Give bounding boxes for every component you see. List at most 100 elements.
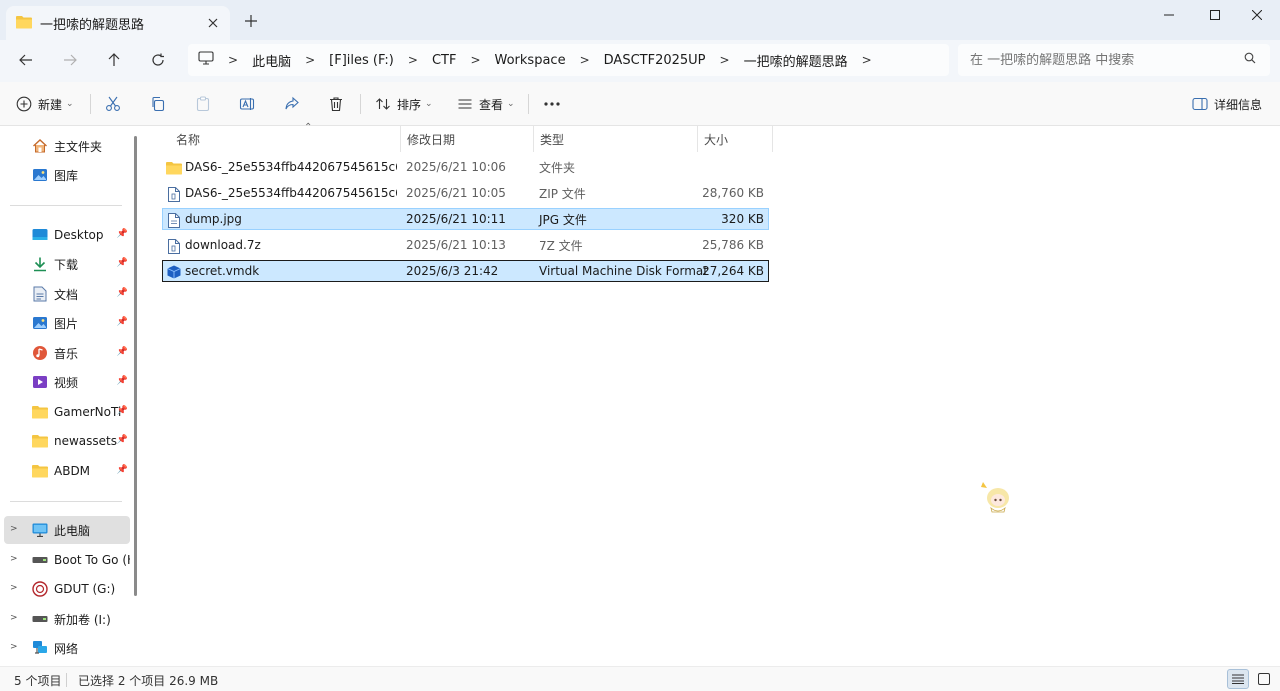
chevron-right-icon[interactable]: > <box>862 53 872 67</box>
chevron-right-icon[interactable]: > <box>470 53 480 67</box>
copy-icon <box>152 96 165 112</box>
sidebar-item-label: Boot To Go (H <box>54 553 130 567</box>
download-icon <box>32 256 48 272</box>
column-header-modified[interactable]: 修改日期 <box>401 126 534 152</box>
forward-button[interactable] <box>54 46 86 74</box>
pin-icon[interactable]: 📌 <box>117 406 128 416</box>
minimize-button[interactable] <box>1146 0 1192 30</box>
chevron-right-icon[interactable]: > <box>10 583 18 593</box>
sidebar-item-abdm[interactable]: ABDM 📌 <box>4 457 130 485</box>
chevron-right-icon[interactable]: > <box>305 53 315 67</box>
chevron-right-icon[interactable]: > <box>408 53 418 67</box>
pin-icon[interactable]: 📌 <box>117 317 128 327</box>
sidebar-item-this-pc[interactable]: > 此电脑 <box>4 516 130 544</box>
pin-icon[interactable]: 📌 <box>117 376 128 386</box>
sidebar-item-downloads[interactable]: 下载 📌 <box>4 250 130 278</box>
chevron-right-icon[interactable]: > <box>720 53 730 67</box>
sort-button[interactable]: 排序 ⌄ <box>375 92 433 116</box>
selection-info: 已选择 2 个项目 26.9 MB <box>78 674 219 688</box>
chevron-right-icon[interactable]: > <box>10 554 18 564</box>
sidebar-item-drive-g[interactable]: > GDUT (G:) <box>4 575 130 603</box>
search-icon[interactable] <box>1244 52 1256 68</box>
tiles-view-icon <box>1258 673 1270 685</box>
command-bar: 新建 ⌄ 排序 ⌄ 查看 ⌄ 详细信息 <box>0 82 1280 126</box>
copy-button[interactable] <box>150 92 166 116</box>
breadcrumb-workspace[interactable]: Workspace <box>495 53 566 68</box>
sidebar-item-label: 此电脑 <box>54 523 91 538</box>
chevron-right-icon[interactable]: > <box>228 53 238 67</box>
back-button[interactable] <box>10 46 42 74</box>
rename-button[interactable] <box>239 92 255 116</box>
sidebar-item-videos[interactable]: 视频 📌 <box>4 368 130 396</box>
monitor-icon <box>198 51 214 69</box>
maximize-button[interactable] <box>1192 0 1238 30</box>
close-window-button[interactable] <box>1234 0 1280 30</box>
refresh-button[interactable] <box>142 46 174 74</box>
up-button[interactable] <box>98 46 130 74</box>
file-row[interactable]: secret.vmdk 2025/6/3 21:42 Virtual Machi… <box>162 260 769 282</box>
sidebar-item-desktop[interactable]: Desktop 📌 <box>4 221 130 249</box>
file-modified: 2025/6/21 10:13 <box>406 238 506 252</box>
breadcrumb-current-folder[interactable]: 一把嗦的解题思路 <box>744 51 848 70</box>
file-type: 7Z 文件 <box>539 238 583 253</box>
sidebar-item-gallery[interactable]: 图库 <box>4 161 130 189</box>
more-options-button[interactable] <box>543 92 561 116</box>
breadcrumb-files-drive[interactable]: [F]iles (F:) <box>329 53 394 68</box>
column-header-name[interactable]: 名称 ⌃ <box>170 122 401 152</box>
tab-current[interactable]: 一把嗦的解题思路 <box>6 6 230 40</box>
pin-icon[interactable]: 📌 <box>117 435 128 445</box>
share-button[interactable] <box>284 92 300 116</box>
details-view-button[interactable] <box>1227 669 1249 689</box>
paste-icon <box>196 96 210 112</box>
file-modified: 2025/6/3 21:42 <box>406 264 499 278</box>
paste-button[interactable] <box>195 92 211 116</box>
sort-icon <box>376 98 390 110</box>
sidebar-item-music[interactable]: 音乐 📌 <box>4 339 130 367</box>
column-header-type[interactable]: 类型 <box>534 126 698 152</box>
tab-close-button[interactable] <box>204 14 222 32</box>
details-pane-button[interactable]: 详细信息 <box>1192 92 1262 116</box>
sidebar-scrollbar[interactable] <box>134 136 137 596</box>
pin-icon[interactable]: 📌 <box>117 229 128 239</box>
chevron-right-icon[interactable]: > <box>10 613 18 623</box>
file-row[interactable]: DAS6-_25e5534ffb442067545615c6cc... 2025… <box>162 182 769 204</box>
view-button[interactable]: 查看 ⌄ <box>457 92 515 116</box>
file-name: DAS6-_25e5534ffb442067545615c6cc... <box>185 186 397 200</box>
sidebar-item-network[interactable]: > 网络 <box>4 634 130 662</box>
search-box[interactable] <box>958 44 1270 76</box>
chevron-right-icon[interactable]: > <box>10 642 18 652</box>
file-row[interactable]: DAS6-_25e5534ffb442067545615c6cc... 2025… <box>162 156 769 178</box>
details-pane-label: 详细信息 <box>1214 97 1263 112</box>
delete-button[interactable] <box>328 92 344 116</box>
chevron-down-icon: ⌄ <box>66 99 74 109</box>
cut-button[interactable] <box>105 92 121 116</box>
column-header-size[interactable]: 大小 <box>698 126 773 152</box>
new-tab-button[interactable] <box>240 10 262 32</box>
tiles-view-button[interactable] <box>1253 669 1275 689</box>
pin-icon[interactable]: 📌 <box>117 258 128 268</box>
arrow-up-icon <box>108 53 120 66</box>
breadcrumb-this-pc[interactable]: 此电脑 <box>252 51 291 70</box>
file-row[interactable]: download.7z 2025/6/21 10:13 7Z 文件 25,786… <box>162 234 769 256</box>
chevron-right-icon[interactable]: > <box>580 53 590 67</box>
address-bar[interactable]: > 此电脑 > [F]iles (F:) > CTF > Workspace >… <box>188 44 949 76</box>
sidebar-item-pictures[interactable]: 图片 📌 <box>4 309 130 337</box>
sidebar-item-label: 下载 <box>54 257 79 272</box>
pin-icon[interactable]: 📌 <box>117 347 128 357</box>
file-size: 25,786 KB <box>702 238 764 252</box>
sidebar-item-drive-i[interactable]: > 新加卷 (I:) <box>4 605 130 633</box>
new-button[interactable]: 新建 ⌄ <box>16 92 74 116</box>
sidebar-item-documents[interactable]: 文档 📌 <box>4 280 130 308</box>
chevron-right-icon[interactable]: > <box>10 524 18 534</box>
sidebar-item-newassets[interactable]: newassets 📌 <box>4 427 130 455</box>
search-input[interactable] <box>970 52 1230 68</box>
pin-icon[interactable]: 📌 <box>117 465 128 475</box>
file-row[interactable]: dump.jpg 2025/6/21 10:11 JPG 文件 320 KB <box>162 208 769 230</box>
folder-icon <box>32 404 48 420</box>
sidebar-item-gamernoti[interactable]: GamerNoTi 📌 <box>4 398 130 426</box>
sidebar-item-home[interactable]: 主文件夹 <box>4 132 130 160</box>
sidebar-item-drive-h[interactable]: > Boot To Go (H <box>4 546 130 574</box>
pin-icon[interactable]: 📌 <box>117 288 128 298</box>
breadcrumb-dasctf[interactable]: DASCTF2025UP <box>604 53 706 68</box>
breadcrumb-ctf[interactable]: CTF <box>432 53 457 68</box>
